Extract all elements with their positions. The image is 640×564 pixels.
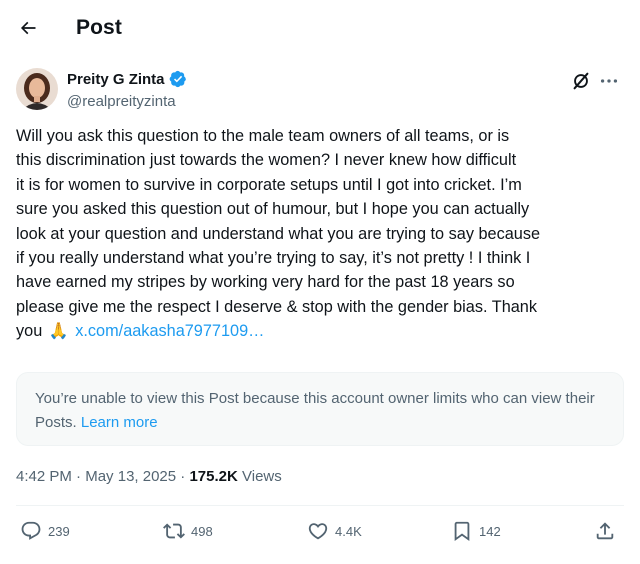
more-options-button[interactable] [598,70,620,92]
back-button[interactable] [14,14,42,42]
repost-button[interactable]: 498 [163,520,213,542]
post-text-line: have earned my stripes by working very h… [16,273,515,292]
post-meta: 4:42 PM · May 13, 2025 · 175.2K Views [16,468,282,485]
repost-count: 498 [191,523,213,539]
grok-icon [573,72,589,90]
avatar-image [16,68,58,110]
post-text-line: this discrimination just towards the wom… [16,151,517,170]
divider [16,505,624,506]
bookmark-icon [454,521,470,542]
unavailable-post-notice: You’re unable to view this Post because … [16,372,624,446]
post-time[interactable]: 4:42 PM [16,468,72,485]
author-name-row: Preity G Zinta [67,70,187,88]
page-title: Post [76,16,122,39]
more-dots-icon [600,79,618,83]
arrow-left-icon [20,21,36,35]
post-link[interactable]: x.com/aakasha7977109… [75,322,264,340]
post-header: Post [0,0,640,56]
learn-more-link[interactable]: Learn more [81,414,158,431]
bookmark-count: 142 [479,523,501,539]
post-text-line: please give me the respect I deserve & s… [16,297,537,316]
like-button[interactable]: 4.4K [307,520,362,542]
post-text-word: you [16,322,43,341]
post-text: Will you ask this question to the male t… [16,124,628,345]
repost-icon [163,523,185,539]
avatar[interactable] [16,68,58,110]
post-text-last-line: you 🙏 x.com/aakasha7977109… [16,319,628,344]
post-date[interactable]: May 13, 2025 [85,468,176,485]
heart-icon [308,523,328,540]
post-text-line: sure you asked this question out of humo… [16,200,530,219]
post-text-line: if you really understand what you’re try… [16,249,531,268]
reply-button[interactable]: 239 [20,520,70,542]
bookmark-button[interactable]: 142 [451,520,501,542]
reply-icon [21,521,41,540]
verified-badge-icon [169,70,186,88]
author-handle[interactable]: @realpreityzinta [67,93,176,110]
action-bar: 239 498 4.4K 142 [0,516,640,552]
grok-button[interactable] [570,70,592,92]
views-label: Views [242,468,282,485]
views-count: 175.2K [189,468,238,485]
author-display-name[interactable]: Preity G Zinta [67,71,165,88]
reply-count: 239 [48,523,70,539]
post-text-line: look at your question and understand wha… [16,224,541,243]
meta-separator: · [76,468,82,485]
meta-separator: · [180,468,186,485]
post-text-line: Will you ask this question to the male t… [16,127,510,145]
folded-hands-emoji: 🙏 [48,323,69,341]
share-button[interactable] [594,520,622,542]
share-icon [596,522,614,540]
like-count: 4.4K [335,523,362,539]
post-text-line: it is for women to survive in corporate … [16,175,522,194]
